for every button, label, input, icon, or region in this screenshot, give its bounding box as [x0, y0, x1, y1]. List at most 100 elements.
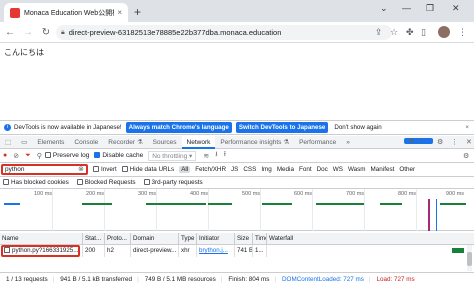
- tab-recorder[interactable]: Recorder ⚗: [103, 138, 147, 146]
- timeline-bar: [262, 203, 292, 205]
- tab-console[interactable]: Console: [69, 139, 103, 146]
- type-filter-media[interactable]: Media: [277, 166, 294, 173]
- type-filter-other[interactable]: Other: [399, 166, 415, 173]
- share-icon[interactable]: ⇪: [375, 27, 383, 38]
- status-requests: 1 / 13 requests: [6, 276, 48, 283]
- status-transferred: 941 B / 5.1 kB transferred: [60, 276, 133, 283]
- forward-icon[interactable]: →: [20, 27, 36, 38]
- clear-icon[interactable]: ⊘: [13, 152, 19, 160]
- close-window-button[interactable]: ✕: [452, 3, 460, 14]
- filter-input[interactable]: python ⊗: [1, 164, 88, 175]
- profile-avatar[interactable]: [438, 26, 450, 38]
- record-icon[interactable]: ●: [3, 152, 7, 159]
- browser-tab[interactable]: Monaca Education Web公開機能 ×: [4, 3, 128, 22]
- col-domain-header[interactable]: Domain: [130, 233, 178, 245]
- lock-icon[interactable]: 🔒︎: [61, 29, 65, 37]
- disable-cache-label: Disable cache: [102, 152, 144, 159]
- disable-cache-checkbox[interactable]: Disable cache: [94, 152, 143, 159]
- grid-line: [52, 189, 53, 231]
- tab-sources[interactable]: Sources: [148, 139, 182, 146]
- type-filter-manifest[interactable]: Manifest: [371, 166, 395, 173]
- preserve-log-checkbox[interactable]: Preserve log: [44, 152, 89, 159]
- type-filter-img[interactable]: Img: [261, 166, 272, 173]
- device-toggle-icon[interactable]: ▭: [16, 138, 32, 146]
- blocked-cookies-label: Has blocked cookies: [11, 179, 69, 186]
- col-size-header[interactable]: Size: [234, 233, 252, 245]
- bookmark-star-icon[interactable]: ☆: [390, 27, 398, 38]
- timeline-bar: [440, 203, 466, 205]
- dont-show-again-link[interactable]: Don't show again: [334, 124, 381, 131]
- hide-data-urls-checkbox[interactable]: Hide data URLs: [121, 166, 175, 173]
- switch-language-button[interactable]: Switch DevTools to Japanese: [235, 122, 329, 133]
- network-overview-timeline[interactable]: 100 ms 200 ms 300 ms 400 ms 500 ms 600 m…: [0, 189, 474, 231]
- tab-performance-insights[interactable]: Performance insights ⚗: [215, 138, 294, 146]
- sidepanel-icon[interactable]: ▯: [421, 27, 426, 38]
- inspect-icon[interactable]: ⬚: [0, 138, 16, 146]
- blocked-requests-checkbox[interactable]: Blocked Requests: [76, 179, 136, 186]
- hide-data-urls-label: Hide data URLs: [129, 166, 175, 173]
- back-icon[interactable]: ←: [2, 27, 18, 38]
- throttling-value: No throttling: [152, 152, 188, 160]
- blocked-cookies-checkbox[interactable]: Has blocked cookies: [3, 179, 69, 186]
- type-filter-js[interactable]: JS: [231, 166, 238, 173]
- match-language-button[interactable]: Always match Chrome's language: [125, 122, 232, 133]
- invert-checkbox[interactable]: Invert: [93, 166, 117, 173]
- throttling-select[interactable]: No throttling ▾: [148, 150, 197, 161]
- col-initiator-header[interactable]: Initiator: [196, 233, 234, 245]
- col-protocol-header[interactable]: Proto...: [104, 233, 130, 245]
- third-party-checkbox[interactable]: 3rd-party requests: [143, 179, 203, 186]
- timeline-bar: [146, 203, 206, 205]
- maximize-button[interactable]: ❐: [426, 3, 434, 14]
- protocol-cell: h2: [104, 245, 130, 257]
- col-name-header[interactable]: Name: [0, 233, 82, 245]
- new-tab-button[interactable]: +: [134, 5, 141, 19]
- tab-search-icon[interactable]: ⌄: [380, 3, 388, 14]
- col-status-header[interactable]: Stat...: [82, 233, 104, 245]
- grid-line: [156, 189, 157, 231]
- checkbox-icon: [93, 166, 99, 172]
- grid-line: [312, 189, 313, 231]
- type-filter-doc[interactable]: Doc: [317, 166, 328, 173]
- type-filter-css[interactable]: CSS: [243, 166, 256, 173]
- import-icon[interactable]: ⭳: [215, 150, 217, 161]
- tab-elements[interactable]: Elements: [32, 139, 69, 146]
- col-type-header[interactable]: Type: [178, 233, 196, 245]
- more-tabs-button[interactable]: »: [341, 139, 355, 146]
- tab-close-icon[interactable]: ×: [117, 8, 122, 17]
- type-filter-wasm[interactable]: Wasm: [348, 166, 366, 173]
- type-filter-font[interactable]: Font: [299, 166, 312, 173]
- table-scrollbar-thumb[interactable]: [467, 252, 472, 266]
- filter-icon[interactable]: ⏷: [25, 152, 31, 160]
- requests-table-header: Name Stat... Proto... Domain Type Initia…: [0, 233, 474, 245]
- infobar-close-icon[interactable]: ×: [465, 124, 469, 131]
- address-bar[interactable]: 🔒︎ direct-preview-63182513e78885e22b377d…: [56, 25, 392, 40]
- waterfall-cell: [266, 245, 466, 257]
- initiator-link[interactable]: brython.j...: [196, 245, 234, 257]
- network-settings-icon[interactable]: ⚙: [463, 152, 469, 160]
- request-name-cell[interactable]: python.py?166331925...: [1, 245, 80, 257]
- export-icon[interactable]: ⭱: [224, 150, 226, 161]
- table-row[interactable]: python.py?166331925... 200 h2 direct-pre…: [0, 245, 474, 257]
- type-filter-ws[interactable]: WS: [333, 166, 343, 173]
- minimize-button[interactable]: —: [402, 3, 411, 13]
- menu-icon[interactable]: ⋮: [458, 27, 467, 38]
- status-divider: |: [52, 276, 55, 283]
- devtools-close-icon[interactable]: ✕: [461, 138, 474, 146]
- search-icon[interactable]: ⚲: [37, 152, 42, 160]
- clear-filter-icon[interactable]: ⊗: [78, 166, 84, 173]
- reload-icon[interactable]: ↻: [38, 27, 54, 38]
- time-cell: 1...: [252, 245, 266, 257]
- tab-network[interactable]: Network: [181, 135, 216, 149]
- col-waterfall-header[interactable]: Waterfall: [266, 233, 474, 245]
- wifi-icon[interactable]: ≋: [203, 152, 209, 160]
- issues-badge[interactable]: ▣ 1: [404, 138, 433, 144]
- extensions-icon[interactable]: ✤: [406, 27, 414, 38]
- status-divider: |: [137, 276, 139, 283]
- devtools-language-infobar: i DevTools is now available in Japanese!…: [0, 120, 474, 135]
- status-resources: 749 B / 5.1 MB resources: [144, 276, 216, 283]
- blocked-requests-label: Blocked Requests: [84, 179, 136, 186]
- type-filter-fetch[interactable]: Fetch/XHR: [195, 166, 226, 173]
- col-time-header[interactable]: Time: [252, 233, 266, 245]
- tab-performance[interactable]: Performance: [294, 139, 341, 146]
- type-filter-all[interactable]: All: [179, 166, 191, 173]
